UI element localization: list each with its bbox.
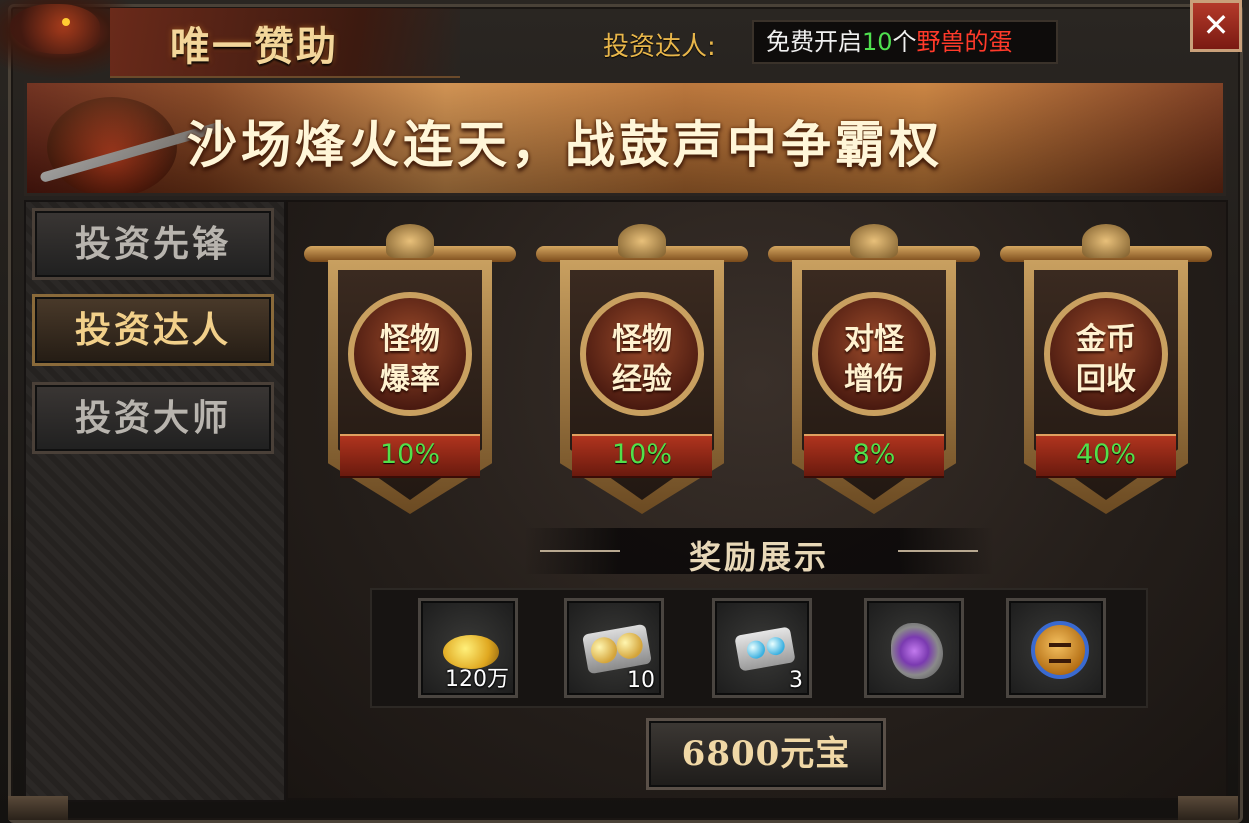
bonus-value: 10% [611, 439, 672, 470]
promo-count: 10 [862, 28, 893, 56]
sidebar-item-master[interactable]: 投资大师 [32, 382, 274, 454]
reward-slot[interactable] [1006, 598, 1106, 698]
sidebar-item-vanguard[interactable]: 投资先锋 [32, 208, 274, 280]
crown-ornament-icon [850, 224, 898, 258]
close-button[interactable]: ✕ [1190, 0, 1242, 52]
promo-text-mid: 个 [892, 28, 917, 56]
main-panel: 怪物 爆率 10% 怪物 经验 10% 对怪 增伤 8% 金币 回收 40% 奖… [286, 200, 1228, 800]
bonus-card-gold-recycle: 金币 回收 40% [996, 222, 1216, 522]
promo-box: 免费开启10个野兽的蛋 [752, 20, 1058, 64]
bonus-title: 怪物 经验 [612, 322, 672, 397]
corner-ornament-right [1178, 796, 1238, 820]
bonus-card-exp: 怪物 经验 10% [532, 222, 752, 522]
bonus-title: 对怪 增伤 [844, 322, 904, 397]
purchase-button[interactable]: 6800元宝 [646, 718, 886, 790]
crown-ornament-icon [618, 224, 666, 258]
dragon-head [10, 4, 100, 54]
beast-eggs-icon [582, 623, 652, 675]
reward-qty: 3 [789, 668, 803, 693]
reward-panel: 120万 10 3 [370, 588, 1148, 708]
banner-warrior-image [47, 97, 177, 193]
bonus-title: 怪物 爆率 [380, 322, 440, 397]
reward-qty: 10 [627, 668, 655, 693]
blue-pearls-icon [734, 626, 796, 672]
bonus-value: 40% [1075, 439, 1136, 470]
reward-slot[interactable]: 10 [564, 598, 664, 698]
banner: 沙场烽火连天，战鼓声中争霸权 [24, 80, 1226, 196]
reward-slot[interactable]: 120万 [418, 598, 518, 698]
promo-label: 投资达人: [603, 32, 716, 62]
sidebar: 投资先锋 投资达人 投资大师 [24, 200, 286, 802]
crown-ornament-icon [386, 224, 434, 258]
reward-qty: 120万 [445, 667, 509, 692]
reward-header: 奖励展示 [524, 528, 994, 576]
medallion-icon [1031, 621, 1089, 679]
reward-slot[interactable]: 3 [712, 598, 812, 698]
banner-slogan: 沙场烽火连天，战鼓声中争霸权 [187, 115, 943, 174]
bonus-title: 金币 回收 [1076, 322, 1136, 397]
reward-slot[interactable] [864, 598, 964, 698]
sponsor-window: 唯一赞助 投资达人: 免费开启10个野兽的蛋 ✕ 沙场烽火连天，战鼓声中争霸权 … [0, 0, 1249, 823]
promo-item-name: 野兽的蛋 [916, 28, 1013, 56]
window-title: 唯一赞助 [170, 23, 338, 70]
bonus-value: 8% [852, 439, 896, 470]
dragon-eye [62, 18, 70, 26]
bonus-card-damage: 对怪 增伤 8% [764, 222, 984, 522]
bonus-value: 10% [379, 439, 440, 470]
crown-ornament-icon [1082, 224, 1130, 258]
promo-text-prefix: 免费开启 [766, 28, 862, 56]
bonus-card-drop-rate: 怪物 爆率 10% [300, 222, 520, 522]
sidebar-item-expert[interactable]: 投资达人 [32, 294, 274, 366]
purple-stone-icon [891, 623, 943, 679]
corner-ornament-left [8, 796, 68, 820]
reward-title: 奖励展示 [688, 538, 829, 576]
